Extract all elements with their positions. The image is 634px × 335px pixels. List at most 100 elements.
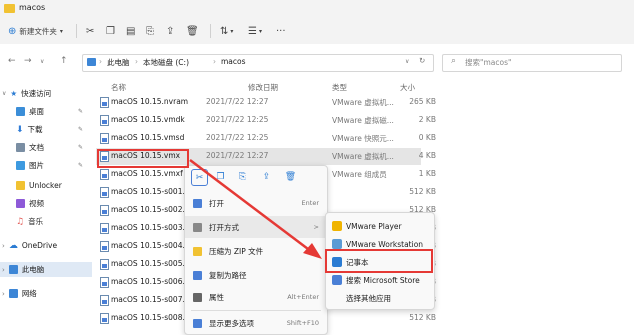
sidebar-item-pictures[interactable]: 图片 ✎ [16, 158, 83, 173]
up-icon[interactable]: ↑ [60, 56, 68, 66]
sidebar-item-downloads[interactable]: ⬇ 下载 ✎ [16, 122, 83, 137]
context-item-copy-path[interactable]: 复制为路径 [185, 264, 327, 286]
delete-icon[interactable]: 🗑 [283, 169, 298, 184]
sidebar-item-music[interactable]: ♫ 音乐 [16, 214, 43, 229]
sidebar-item-label: 网络 [21, 289, 37, 298]
submenu-item-search-store[interactable]: 搜索 Microsoft Store [326, 271, 434, 289]
sidebar-item-this-pc[interactable]: › 此电脑 [0, 262, 92, 277]
more-options-icon [193, 318, 202, 328]
context-item-open-with[interactable]: 打开方式 > [185, 216, 327, 238]
forward-icon[interactable]: → [24, 56, 32, 66]
pin-icon: ✎ [78, 126, 84, 133]
apps-icon [193, 222, 202, 232]
file-row[interactable]: macOS 10.15.vmsd 2021/7/22 12:25 VMware 快照… [96, 130, 436, 147]
context-item-shortcut: Alt+Enter [287, 293, 319, 301]
highlight-box-notepad [325, 249, 433, 273]
sidebar-item-videos[interactable]: 视频 [16, 196, 44, 211]
cut-icon[interactable]: ✂ [191, 169, 208, 186]
file-icon [100, 277, 109, 288]
submenu-item-choose-app[interactable]: 选择其他应用 [326, 289, 434, 307]
store-icon [332, 275, 342, 285]
column-header-row: 名称 修改日期 类型 大小 [96, 76, 634, 92]
file-date: 2021/7/22 12:25 [206, 115, 269, 124]
breadcrumb-drive[interactable]: 本地磁盘 (C:) [143, 57, 189, 68]
sidebar-item-label: OneDrive [21, 241, 58, 250]
file-icon [100, 205, 109, 216]
chevron-right-icon: › [2, 241, 5, 250]
file-row[interactable]: macOS 10.15.vmdk 2021/7/22 12:25 VMware 虚拟… [96, 112, 436, 129]
more-button[interactable]: ··· [276, 23, 286, 39]
context-item-open[interactable]: 打开 Enter [185, 192, 327, 214]
star-icon: ★ [10, 89, 18, 98]
computer-icon [8, 265, 18, 274]
chevron-down-icon[interactable]: ∨ [405, 58, 409, 65]
music-icon: ♫ [16, 216, 25, 227]
sidebar-item-quick-access[interactable]: ∨ ★ 快速访问 [2, 86, 51, 101]
paste-button[interactable]: ▤ [126, 23, 135, 39]
vmware-workstation-icon [332, 239, 342, 249]
more-icon: ··· [276, 25, 286, 37]
back-icon[interactable]: ← [8, 56, 16, 66]
chevron-right-icon: > [313, 223, 319, 231]
submenu-item-label: 搜索 Microsoft Store [346, 275, 420, 285]
file-row[interactable]: macOS 10.15.nvram 2021/7/22 12:27 VMware 虚… [96, 94, 436, 111]
file-size: 1 KB [418, 169, 436, 178]
sidebar-item-label: 图片 [29, 161, 44, 170]
search-input[interactable]: 搜索"macos" [465, 57, 511, 68]
context-item-label: 显示更多选项 [209, 318, 254, 328]
sidebar-item-documents[interactable]: 文档 ✎ [16, 140, 83, 155]
chevron-down-icon[interactable]: ∨ [40, 58, 44, 65]
breadcrumb-folder[interactable]: macos [221, 57, 246, 66]
vmware-player-icon [332, 221, 342, 231]
sort-icon: ⇅ [220, 25, 229, 37]
sidebar-item-desktop[interactable]: 桌面 ✎ [16, 104, 83, 119]
rename-button[interactable]: ⎘ [146, 23, 154, 39]
new-icon: ⊕ [8, 25, 17, 37]
desktop-icon [16, 107, 25, 116]
file-type: VMware 虚拟磁... [332, 116, 394, 125]
chevron-down-icon: ∨ [2, 90, 7, 97]
folder-icon [16, 181, 25, 190]
network-icon [8, 289, 18, 298]
share-icon[interactable]: ⇪ [259, 169, 274, 184]
file-icon [100, 241, 109, 252]
breadcrumb-this-pc[interactable]: 此电脑 [107, 57, 130, 68]
share-button[interactable]: ⇪ [166, 23, 174, 39]
cut-button[interactable]: ✂ [86, 23, 94, 39]
file-icon [100, 115, 109, 126]
address-bar[interactable]: › 此电脑 › 本地磁盘 (C:) › macos ∨ ↻ [82, 54, 434, 72]
chevron-right-icon: › [2, 289, 5, 298]
search-icon: ⌕ [451, 56, 457, 66]
column-size[interactable]: 大小 [400, 82, 415, 93]
delete-button[interactable]: 🗑 [186, 23, 199, 39]
column-date[interactable]: 修改日期 [248, 82, 278, 93]
sidebar-item-unlocker[interactable]: Unlocker [16, 178, 62, 193]
chevron-down-icon: ▾ [59, 27, 63, 35]
context-item-compress-zip[interactable]: 压缩为 ZIP 文件 [185, 240, 327, 262]
new-folder-button[interactable]: ⊕ 新建文件夹 ▾ [8, 23, 63, 39]
context-item-properties[interactable]: 属性 Alt+Enter [185, 286, 327, 308]
refresh-icon[interactable]: ↻ [419, 56, 425, 65]
highlight-box-vmx-file [97, 149, 189, 168]
view-button[interactable]: ☰ ▾ [248, 23, 262, 39]
rename-icon[interactable]: ⎘ [235, 169, 250, 184]
copy-icon[interactable]: ❐ [213, 169, 228, 184]
chevron-right-icon: › [99, 57, 102, 66]
file-icon [100, 295, 109, 306]
submenu-item-vmware-player[interactable]: VMware Player [326, 217, 434, 235]
navigation-pane: ∨ ★ 快速访问 桌面 ✎ ⬇ 下载 ✎ 文档 ✎ 图片 ✎ Unlocker … [0, 76, 92, 331]
context-menu: ✂ ❐ ⎘ ⇪ 🗑 打开 Enter 打开方式 > 压缩为 ZIP 文件 复制为… [184, 165, 328, 335]
sidebar-item-onedrive[interactable]: › ☁ OneDrive [2, 238, 57, 253]
copy-button[interactable]: ❐ [106, 23, 115, 39]
document-icon [16, 143, 25, 152]
copy-icon: ❐ [106, 25, 115, 37]
file-icon [100, 259, 109, 270]
column-type[interactable]: 类型 [332, 82, 347, 93]
context-item-shortcut: Shift+F10 [286, 319, 319, 327]
column-name[interactable]: 名称 [111, 82, 126, 93]
sort-button[interactable]: ⇅ ▾ [220, 23, 233, 39]
file-name: macOS 10.15.nvram [111, 97, 189, 106]
context-item-label: 压缩为 ZIP 文件 [209, 246, 264, 256]
search-box[interactable]: ⌕ 搜索"macos" [442, 54, 622, 72]
sidebar-item-network[interactable]: › 网络 [2, 286, 37, 301]
